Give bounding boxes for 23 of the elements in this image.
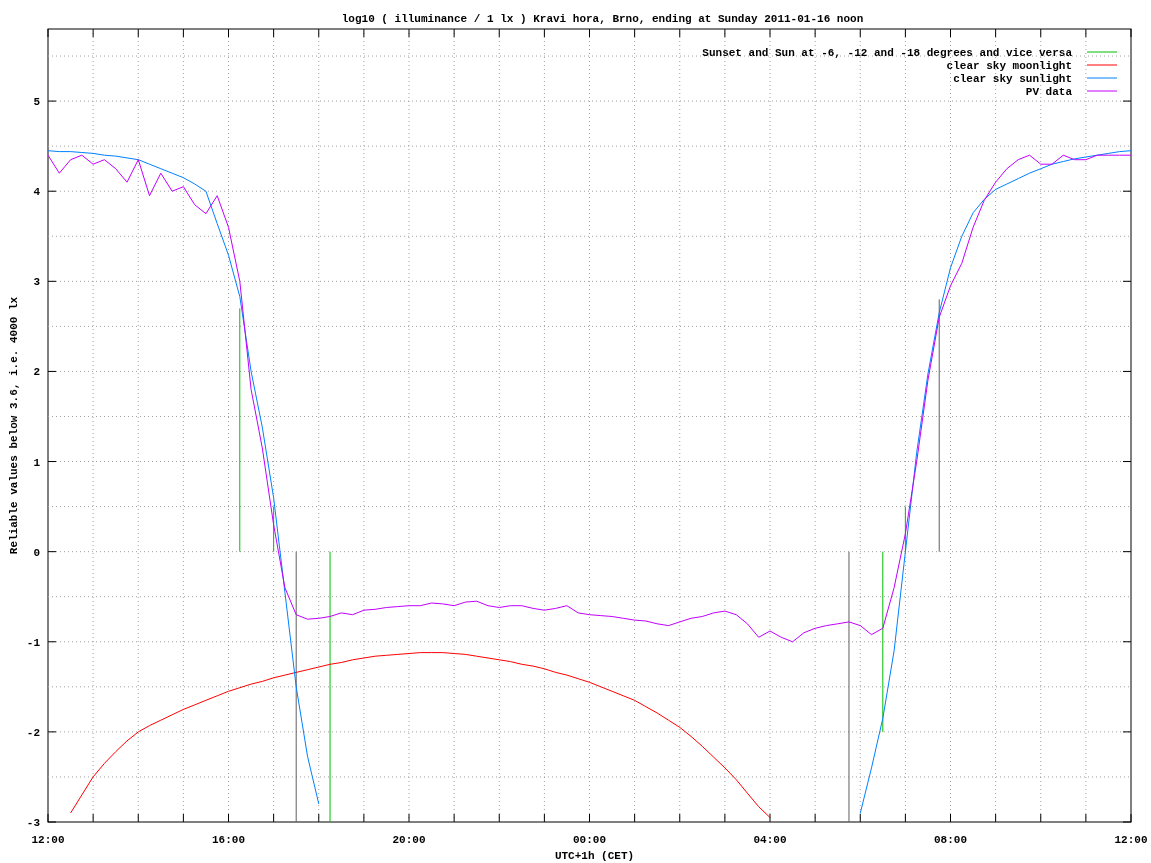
x-tick-label: 08:00 xyxy=(934,834,967,846)
x-tick-label: 12:00 xyxy=(1114,834,1148,846)
x-tick-label: 12:00 xyxy=(31,834,65,846)
x-tick-label: 04:00 xyxy=(753,834,787,846)
y-tick-label: 2 xyxy=(33,366,40,379)
legend-label: clear sky moonlight xyxy=(946,60,1072,72)
y-tick-label: -2 xyxy=(26,726,40,739)
y-tick-label: 1 xyxy=(33,456,40,469)
x-axis-label: UTC+1h (CET) xyxy=(554,850,635,862)
x-tick-label: 20:00 xyxy=(392,834,426,846)
x-tick-label: 00:00 xyxy=(573,834,606,846)
chart-title: log10 ( illuminance / 1 lx ) Kravi hora, Brno, ending at Sunday 2011-01-16 noon xyxy=(341,13,864,25)
y-tick-label: 5 xyxy=(33,96,40,109)
y-tick-label: -3 xyxy=(26,817,40,829)
y-tick-label: 3 xyxy=(33,276,40,289)
x-tick-label: 16:00 xyxy=(212,834,245,846)
legend-label: PV data xyxy=(1025,86,1072,98)
legend-label: Sunset and Sun at -6, -12 and -18 degrees and vice versa xyxy=(702,47,1072,59)
y-tick-label: 0 xyxy=(33,546,40,559)
y-axis-label: Reliable values below 3.6, i.e. 4000 lx xyxy=(8,296,20,555)
legend-label: clear sky sunlight xyxy=(953,73,1072,85)
y-tick-label: -1 xyxy=(26,636,40,649)
y-tick-label: 4 xyxy=(33,186,40,199)
